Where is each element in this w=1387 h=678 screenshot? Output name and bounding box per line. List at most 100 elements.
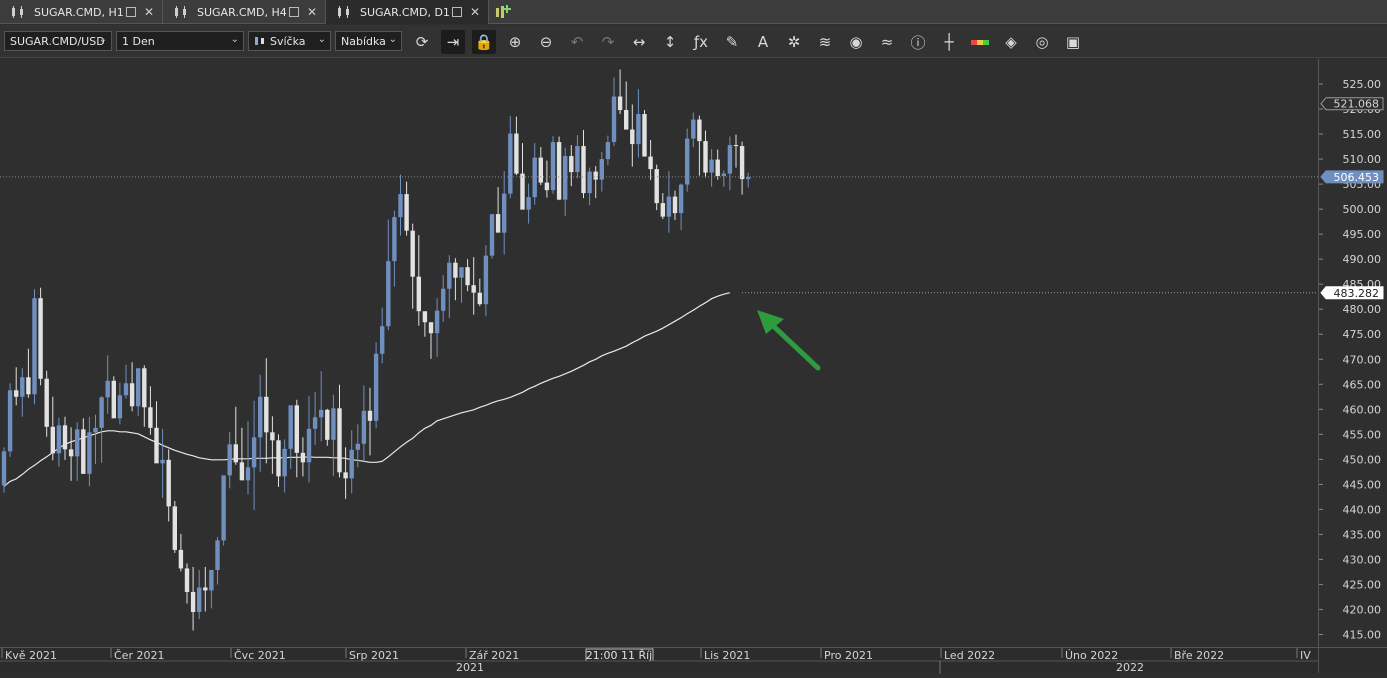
candle[interactable] (7, 383, 13, 457)
candle[interactable] (270, 416, 275, 474)
candle[interactable] (178, 533, 184, 572)
vertical-resize-icon[interactable]: ↕ (658, 30, 682, 54)
candle[interactable] (26, 348, 31, 398)
text-tool-icon[interactable]: A (751, 30, 775, 54)
candle[interactable] (685, 128, 690, 192)
candle[interactable] (203, 566, 208, 612)
candle[interactable] (410, 223, 415, 309)
redo-icon[interactable]: ↷ (596, 30, 620, 54)
candle[interactable] (434, 298, 440, 357)
candle[interactable] (483, 245, 489, 317)
candle[interactable] (715, 149, 720, 180)
horizontal-resize-icon[interactable]: ↔ (627, 30, 651, 54)
candle[interactable] (227, 431, 232, 489)
candle[interactable] (581, 130, 586, 199)
layers-icon[interactable]: ≋ (813, 30, 837, 54)
candle[interactable] (367, 387, 373, 456)
candle[interactable] (422, 311, 428, 337)
candle[interactable] (617, 69, 623, 115)
candle[interactable] (550, 136, 556, 194)
candle[interactable] (68, 427, 74, 481)
candle[interactable] (563, 147, 568, 217)
save-icon[interactable]: ▣ (1061, 30, 1085, 54)
candle[interactable] (44, 370, 49, 437)
candle[interactable] (20, 368, 25, 417)
candle[interactable] (93, 414, 98, 464)
candle[interactable] (605, 135, 611, 166)
candle[interactable] (300, 437, 306, 477)
candle[interactable] (331, 394, 336, 476)
candle[interactable] (111, 376, 116, 419)
candle[interactable] (197, 569, 202, 619)
candle[interactable] (117, 382, 123, 425)
close-icon[interactable]: ✕ (305, 5, 319, 19)
candle[interactable] (727, 136, 733, 191)
timeframe-select[interactable]: 1 Den ⌄ (116, 31, 244, 51)
candle[interactable] (142, 365, 147, 427)
candle[interactable] (312, 391, 318, 445)
candle[interactable] (245, 421, 251, 495)
candle[interactable] (709, 149, 714, 187)
candle[interactable] (453, 258, 458, 301)
candle[interactable] (697, 115, 702, 176)
candle[interactable] (337, 384, 342, 478)
candle[interactable] (642, 110, 647, 157)
candle[interactable] (514, 116, 519, 176)
refresh-icon[interactable]: ⟳ (410, 30, 434, 54)
candle[interactable] (276, 434, 281, 487)
candle[interactable] (746, 172, 751, 188)
candle[interactable] (630, 104, 635, 167)
crosshair-icon[interactable]: ┼ (937, 30, 961, 54)
candle[interactable] (166, 449, 171, 522)
zoom-in-icon[interactable]: ⊕ (503, 30, 527, 54)
candle[interactable] (319, 371, 324, 442)
popout-icon[interactable] (452, 7, 462, 17)
lock-icon[interactable]: 🔒 (472, 30, 496, 54)
candle[interactable] (209, 569, 214, 609)
popout-icon[interactable] (289, 7, 299, 17)
candle[interactable] (343, 447, 348, 499)
undo-icon[interactable]: ↶ (565, 30, 589, 54)
candle[interactable] (239, 427, 245, 481)
candle[interactable] (532, 143, 537, 205)
candle[interactable] (129, 362, 135, 412)
candle[interactable] (325, 408, 330, 446)
candle[interactable] (14, 367, 19, 406)
candle[interactable] (489, 214, 495, 259)
candle[interactable] (733, 134, 739, 168)
cycle-icon[interactable]: ◎ (1030, 30, 1054, 54)
candle[interactable] (544, 160, 550, 198)
candle[interactable] (386, 219, 391, 331)
candle[interactable] (672, 190, 678, 221)
candle[interactable] (136, 368, 141, 416)
candle[interactable] (294, 399, 299, 478)
candle[interactable] (251, 400, 257, 510)
candle[interactable] (599, 152, 604, 192)
candle[interactable] (50, 396, 55, 461)
candle[interactable] (587, 167, 592, 206)
candle[interactable] (593, 166, 598, 199)
candle[interactable] (703, 130, 708, 178)
candle[interactable] (264, 358, 269, 464)
candle[interactable] (361, 385, 367, 462)
candle[interactable] (87, 416, 92, 487)
candle[interactable] (575, 135, 580, 179)
candle[interactable] (62, 416, 68, 460)
candle[interactable] (154, 401, 159, 464)
candle[interactable] (1, 447, 7, 493)
chart-type-select[interactable]: Svíčka ⌄ (248, 31, 331, 51)
candle[interactable] (148, 386, 153, 435)
candle[interactable] (739, 141, 745, 195)
auto-scroll-icon[interactable]: ⇥ (441, 30, 465, 54)
candle[interactable] (233, 406, 238, 465)
candle[interactable] (624, 81, 629, 130)
candle[interactable] (288, 405, 293, 469)
candle[interactable] (654, 164, 659, 211)
candle[interactable] (258, 374, 263, 472)
candle[interactable] (526, 183, 531, 224)
candle[interactable] (648, 140, 653, 181)
candle[interactable] (477, 278, 482, 307)
candle[interactable] (184, 563, 190, 604)
candle[interactable] (660, 193, 665, 220)
candle[interactable] (502, 171, 507, 255)
